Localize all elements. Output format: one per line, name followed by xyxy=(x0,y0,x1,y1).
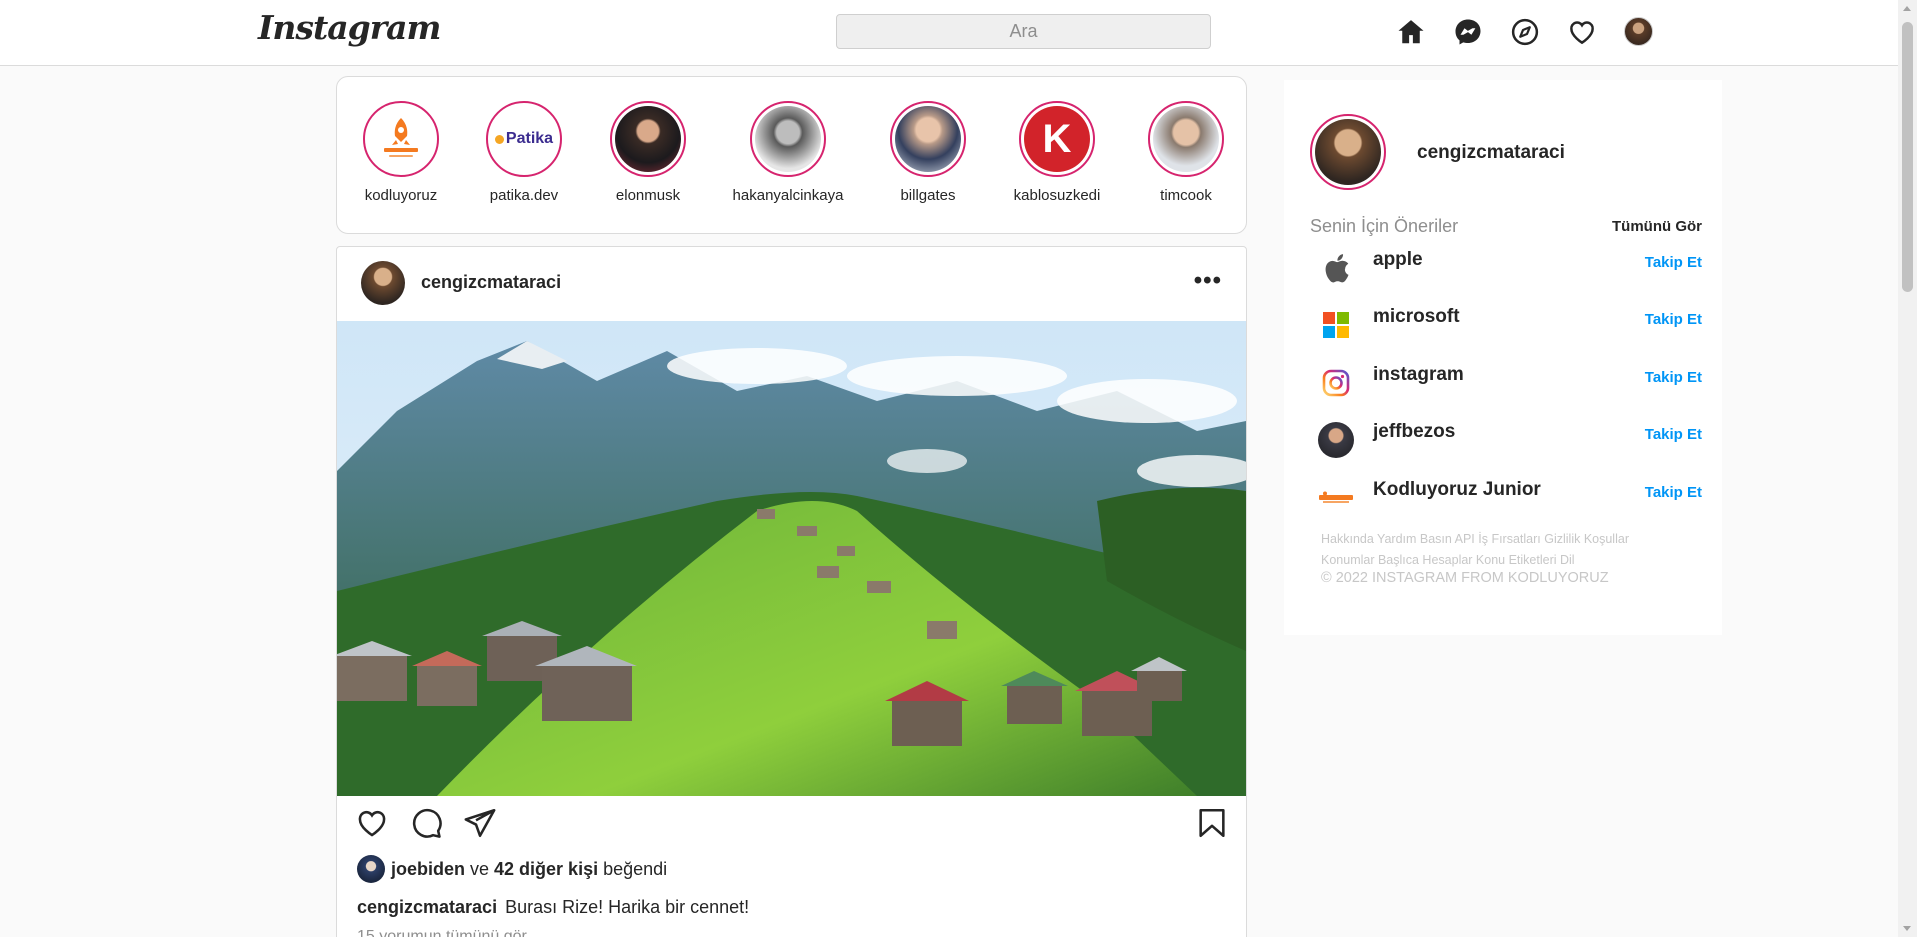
story-name: elonmusk xyxy=(615,187,681,204)
follow-button[interactable]: Takip Et xyxy=(1645,254,1702,271)
story-name: kodluyoruz xyxy=(364,187,438,204)
post-caption: cengizcmataraci Burası Rize! Harika bir c… xyxy=(357,897,749,918)
billgates-avatar xyxy=(895,106,961,172)
more-options-icon[interactable]: ••• xyxy=(1194,267,1222,295)
patika-logo: Patika xyxy=(491,106,557,172)
instagram-logo[interactable]: Instagram xyxy=(258,8,441,47)
story-kodluyoruz[interactable]: kodluyoruz xyxy=(341,101,461,204)
likes-suffix: beğendi xyxy=(603,858,668,879)
apple-icon xyxy=(1318,250,1354,286)
likes-connector: ve xyxy=(470,858,490,879)
share-icon[interactable] xyxy=(463,806,497,840)
footer-links[interactable]: Hakkında Yardım Basın API İş Fırsatları … xyxy=(1321,529,1681,571)
story-billgates[interactable]: billgates xyxy=(868,101,988,204)
suggestion-apple: apple Takip Et xyxy=(1318,246,1702,290)
suggestion-name[interactable]: apple xyxy=(1373,249,1423,271)
suggestion-name[interactable]: jeffbezos xyxy=(1373,421,1455,443)
kodluyoruz-logo xyxy=(368,106,434,172)
likes-others[interactable]: 42 diğer kişi xyxy=(494,859,598,880)
current-user-name[interactable]: cengizcmataraci xyxy=(1417,142,1565,164)
story-name: kablosuzkedi xyxy=(1013,187,1101,204)
story-name: billgates xyxy=(900,187,956,204)
story-name: timcook xyxy=(1160,187,1212,204)
likes-summary: joebiden ve 42 diğer kişi beğendi xyxy=(357,855,667,883)
story-hakanyalcinkaya[interactable]: hakanyalcinkaya xyxy=(728,101,848,204)
liker-username[interactable]: joebiden xyxy=(391,859,465,880)
jeffbezos-avatar xyxy=(1318,422,1354,458)
like-icon[interactable] xyxy=(355,806,389,840)
scroll-up-arrow[interactable] xyxy=(1903,6,1911,11)
story-elonmusk[interactable]: elonmusk xyxy=(588,101,708,204)
search-input[interactable] xyxy=(836,14,1211,49)
post-header: cengizcmataraci ••• xyxy=(337,247,1246,321)
comment-icon[interactable] xyxy=(409,806,443,840)
scroll-down-arrow[interactable] xyxy=(1903,926,1911,931)
kodluyoruz-junior-logo xyxy=(1318,480,1354,516)
follow-button[interactable]: Takip Et xyxy=(1645,369,1702,386)
see-all-link[interactable]: Tümünü Gör xyxy=(1612,218,1702,235)
explore-icon[interactable] xyxy=(1510,17,1540,47)
post-image[interactable] xyxy=(337,321,1246,796)
stories-bar: kodluyoruz Patika patika.dev elonmusk ha… xyxy=(336,76,1247,234)
follow-button[interactable]: Takip Et xyxy=(1645,484,1702,501)
bookmark-icon[interactable] xyxy=(1195,806,1229,840)
story-timcook[interactable]: timcook xyxy=(1126,101,1246,204)
view-comments-link[interactable]: 15 yorumun tümünü gör xyxy=(357,928,527,937)
post-author-avatar[interactable] xyxy=(361,261,405,305)
page-scrollbar[interactable] xyxy=(1898,0,1917,937)
story-kablosuzkedi[interactable]: K kablosuzkedi xyxy=(997,101,1117,204)
hakanyalcinkaya-avatar xyxy=(755,106,821,172)
story-name: hakanyalcinkaya xyxy=(732,187,844,204)
right-sidebar: cengizcmataraci Senin İçin Öneriler Tümü… xyxy=(1284,80,1722,635)
liker-avatar[interactable] xyxy=(357,855,385,883)
suggestion-name[interactable]: instagram xyxy=(1373,364,1464,386)
heart-icon[interactable] xyxy=(1567,17,1597,47)
feed-post: cengizcmataraci ••• joebiden ve 42 diğer… xyxy=(336,246,1247,937)
home-icon[interactable] xyxy=(1396,17,1426,47)
suggestion-name[interactable]: Kodluyoruz Junior xyxy=(1373,479,1541,501)
suggestion-kodluyoruz-junior: Kodluyoruz Junior Takip Et xyxy=(1318,476,1702,520)
follow-button[interactable]: Takip Et xyxy=(1645,426,1702,443)
suggestions-title: Senin İçin Öneriler xyxy=(1310,216,1459,236)
top-navbar: Instagram xyxy=(0,0,1898,66)
messenger-icon[interactable] xyxy=(1453,17,1483,47)
kablosuzkedi-logo: K xyxy=(1024,106,1090,172)
caption-username[interactable]: cengizcmataraci xyxy=(357,897,497,917)
microsoft-icon xyxy=(1318,307,1354,343)
suggestion-microsoft: microsoft Takip Et xyxy=(1318,303,1702,347)
suggestion-name[interactable]: microsoft xyxy=(1373,306,1460,328)
timcook-avatar xyxy=(1153,106,1219,172)
copyright: © 2022 INSTAGRAM FROM KODLUYORUZ xyxy=(1321,570,1609,586)
suggestion-jeffbezos: jeffbezos Takip Et xyxy=(1318,418,1702,462)
instagram-icon xyxy=(1318,365,1354,401)
elonmusk-avatar xyxy=(615,106,681,172)
current-user-avatar[interactable] xyxy=(1310,114,1386,190)
profile-avatar[interactable] xyxy=(1624,17,1653,46)
story-name: patika.dev xyxy=(489,187,559,204)
post-username[interactable]: cengizcmataraci xyxy=(421,272,561,293)
suggestion-instagram: instagram Takip Et xyxy=(1318,361,1702,405)
story-patika[interactable]: Patika patika.dev xyxy=(464,101,584,204)
post-actions xyxy=(337,806,1246,846)
scroll-thumb[interactable] xyxy=(1902,22,1913,292)
follow-button[interactable]: Takip Et xyxy=(1645,311,1702,328)
caption-text: Burası Rize! Harika bir cennet! xyxy=(505,897,750,917)
